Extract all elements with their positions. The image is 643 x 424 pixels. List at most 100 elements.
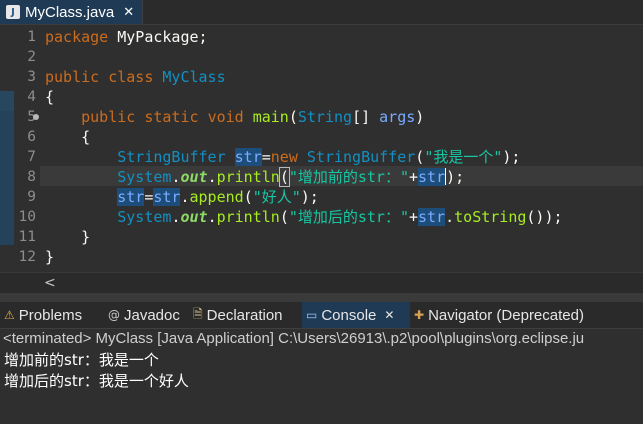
code-text: MyPackage;	[108, 28, 208, 46]
code-line: public class MyClass	[45, 67, 226, 87]
keyword: public	[81, 108, 136, 126]
variable-occurrence: str	[153, 188, 181, 206]
line-number: 3	[27, 69, 36, 85]
code-text: )	[415, 108, 425, 126]
code-text: .	[445, 208, 455, 226]
panel-divider[interactable]	[0, 293, 643, 302]
console-output-line: 增加前的str：我是一个	[4, 351, 159, 369]
close-icon[interactable]: ✕	[384, 308, 394, 322]
line-number: 10	[18, 209, 36, 225]
tab-console[interactable]: ▭ Console ✕	[302, 302, 410, 328]
views-tab-bar: ⚠ Problems @ Javadoc 🗎 Declaration ▭ Con…	[0, 302, 643, 329]
declaration-icon: 🗎	[193, 306, 203, 321]
code-text: =	[261, 148, 271, 166]
code-editor[interactable]: 1 2 3 4 5 6 7 8 9 10 11 12 package MyPac…	[0, 25, 643, 272]
keyword: static	[144, 108, 199, 126]
code-line: {	[45, 87, 54, 107]
method-name: append	[189, 188, 244, 206]
line-number-gutter: 1 2 3 4 5 6 7 8 9 10 11 12	[14, 25, 40, 272]
code-text: }	[45, 248, 55, 266]
method-name: main	[252, 108, 289, 126]
console-icon: ▭	[306, 308, 318, 322]
tab-declaration[interactable]: 🗎 Declaration	[193, 302, 283, 328]
matching-bracket: (	[278, 167, 290, 187]
tab-label: Javadoc	[124, 306, 180, 324]
horizontal-scrollbar[interactable]: <	[0, 272, 643, 293]
static-field: out	[180, 208, 208, 226]
variable-occurrence: str	[117, 188, 145, 206]
code-line: {	[45, 127, 90, 147]
string-literal: "增加前的str："	[288, 168, 409, 186]
code-text: .	[207, 168, 217, 186]
type-name: String	[297, 108, 353, 126]
code-line: package MyPackage;	[45, 27, 208, 47]
string-literal: "好人"	[252, 188, 301, 206]
editor-tab-label: MyClass.java	[25, 3, 115, 21]
string-literal: "增加后的str："	[288, 208, 409, 226]
tab-label: Navigator (Deprecated)	[428, 306, 584, 324]
java-file-icon: J	[6, 5, 20, 19]
tab-label: Declaration	[206, 306, 283, 324]
keyword: public	[45, 68, 100, 86]
keyword: void	[207, 108, 244, 126]
code-text: {	[81, 128, 91, 146]
variable-occurrence: str	[418, 208, 446, 226]
variable-occurrence: str	[234, 148, 262, 166]
problems-icon: ⚠	[4, 308, 15, 322]
code-text: []	[352, 108, 380, 126]
code-text: {	[45, 88, 55, 106]
code-line: StringBuffer str=new StringBuffer("我是一个"…	[45, 147, 520, 167]
console-output-line: 增加后的str：我是一个好人	[4, 372, 189, 390]
javadoc-icon: @	[108, 308, 120, 322]
code-text: }	[81, 228, 91, 246]
code-text: (	[288, 108, 298, 126]
editor-tab-myclass[interactable]: J MyClass.java ✕	[0, 0, 143, 24]
tab-javadoc[interactable]: @ Javadoc	[108, 302, 180, 328]
variable-occurrence: str	[418, 168, 446, 186]
line-number: 8	[27, 169, 36, 185]
navigator-icon: ✚	[414, 308, 425, 322]
tab-label: Problems	[18, 306, 83, 324]
code-text: (	[279, 208, 289, 226]
editor-tab-bar: J MyClass.java ✕	[0, 0, 643, 25]
code-line: }	[45, 227, 90, 247]
fold-collapse-icon[interactable]	[33, 114, 39, 120]
code-line: public static void main(String[] args)	[45, 107, 424, 127]
tab-navigator[interactable]: ✚ Navigator (Deprecated)	[414, 302, 584, 328]
scroll-left-icon[interactable]: <	[44, 275, 56, 291]
code-text: (	[415, 148, 425, 166]
code-text: .	[180, 188, 190, 206]
console-view[interactable]: <terminated> MyClass [Java Application] …	[0, 329, 643, 424]
class-name: MyClass	[162, 68, 226, 86]
code-text: );	[502, 148, 521, 166]
code-text: .	[207, 208, 217, 226]
line-number: 12	[18, 249, 36, 265]
code-text: );	[300, 188, 319, 206]
method-name: println	[216, 208, 280, 226]
type-name: StringBuffer	[306, 148, 416, 166]
line-number: 9	[27, 189, 36, 205]
method-name: println	[216, 168, 280, 186]
line-number: 4	[27, 89, 36, 105]
code-text: );	[446, 168, 465, 186]
tab-label: Console	[321, 306, 377, 324]
parameter: args	[379, 108, 416, 126]
code-line: System.out.println("增加前的str："+str);	[45, 167, 464, 187]
keyword: class	[108, 68, 154, 86]
code-text: +	[409, 208, 419, 226]
tab-problems[interactable]: ⚠ Problems	[4, 302, 82, 328]
keyword: package	[45, 28, 109, 46]
code-line: System.out.println("增加后的str："+str.toStri…	[45, 207, 563, 227]
line-number: 1	[27, 29, 36, 45]
method-name: toString	[454, 208, 527, 226]
type-name: StringBuffer	[117, 148, 226, 166]
line-number: 7	[27, 149, 36, 165]
code-text: (	[243, 188, 253, 206]
scrollbar-track[interactable]	[60, 279, 638, 287]
close-icon[interactable]: ✕	[123, 5, 134, 20]
code-line: str=str.append("好人");	[45, 187, 319, 207]
code-line: }	[45, 247, 54, 267]
keyword: new	[270, 148, 298, 166]
code-text: +	[409, 168, 419, 186]
static-field: out	[180, 168, 208, 186]
